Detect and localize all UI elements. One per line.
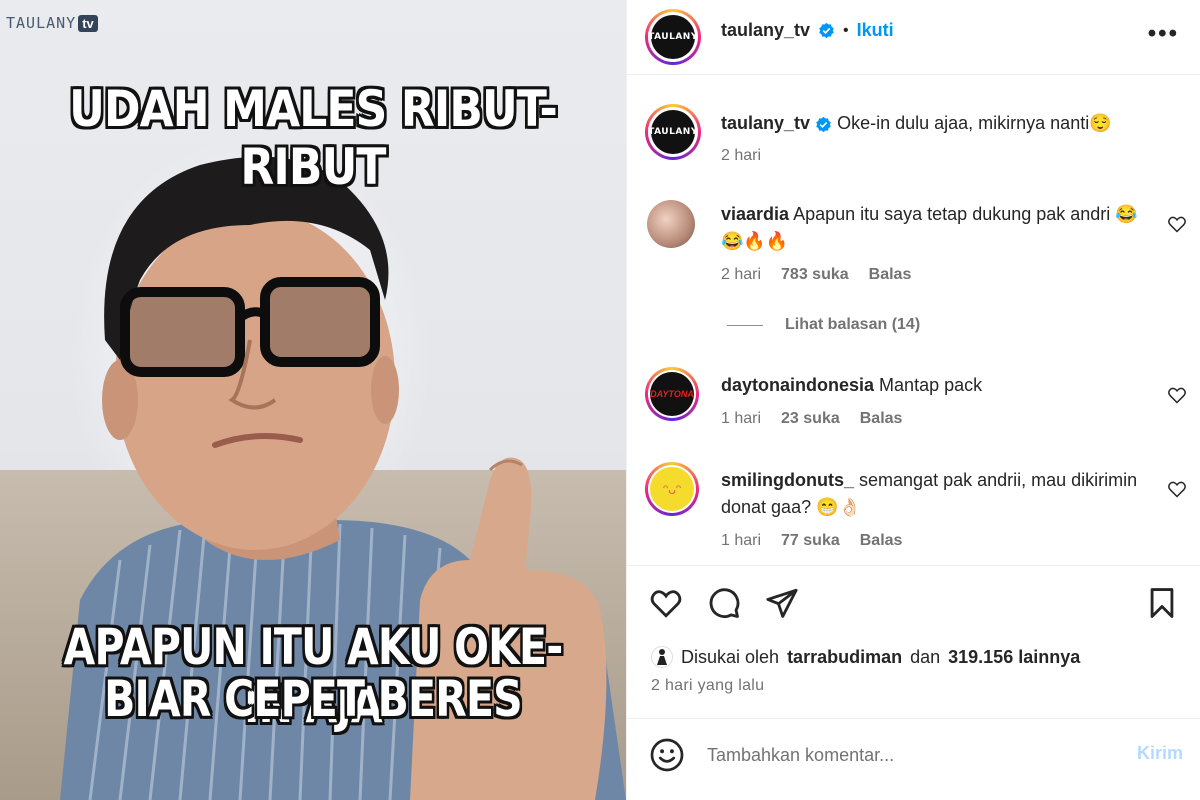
comment-time: 2 hari [721,266,762,283]
meme-bottom-caption-line2: BIAR CEPET BERES [104,670,523,728]
author-username[interactable]: taulany_tv [721,20,810,41]
comment-input[interactable] [707,741,1087,769]
view-replies-label: Lihat balasan (14) [785,316,921,333]
replies-divider [727,324,763,326]
comment-item: DAYTONA daytonaindonesia Mantap pack 1 h… [627,367,1200,440]
emoji-picker-icon[interactable] [649,737,685,773]
likes-count[interactable]: 319.156 lainnya [948,647,1080,668]
reply-button[interactable]: Balas [860,532,903,550]
save-bookmark-icon[interactable] [1145,586,1179,620]
likes-prefix: Disukai oleh [681,646,780,667]
post-image[interactable]: TAULANY tv UDAH MALES RIBUT-RIBUT APAPUN… [0,0,626,800]
comment-item: ᵔᴗᵔ smilingdonuts_ semangat pak andrii, … [627,462,1200,555]
post-caption: TAULANY taulany_tv Oke-in dulu ajaa, mik… [627,100,1200,180]
like-heart-icon[interactable] [649,586,683,620]
reply-button[interactable]: Balas [860,410,903,428]
liker-silhouette-icon [657,649,667,665]
like-comment-heart-icon[interactable] [1167,385,1187,405]
commenter-username[interactable]: viaardia [721,204,789,224]
meme-top-caption: UDAH MALES RIBUT-RIBUT [69,80,558,196]
watermark-text: TAULANY [6,14,77,32]
comment-like-count[interactable]: 783 suka [781,266,849,284]
like-comment-heart-icon[interactable] [1167,214,1187,234]
comment-like-count[interactable]: 23 suka [781,410,840,428]
verified-badge-icon [819,22,834,39]
commenter-username[interactable]: smilingdonuts_ [721,470,854,490]
comment-time: 1 hari [721,410,762,427]
comment-time: 1 hari [721,532,762,549]
comment-text: Mantap pack [879,375,983,395]
post-comment-button[interactable]: Kirim [1137,743,1183,764]
likes-summary: Disukai oleh tarrabudiman dan 319.156 la… [651,646,1080,668]
commenter-username[interactable]: daytonaindonesia [721,375,874,395]
add-comment-bar: Kirim [627,718,1200,800]
author-avatar[interactable]: TAULANY [645,9,701,65]
caption-time: 2 hari [721,147,762,164]
comment-like-count[interactable]: 77 suka [781,532,840,550]
caption-username[interactable]: taulany_tv [721,113,810,133]
verified-badge-icon [816,116,831,132]
commenter-avatar[interactable]: DAYTONA [645,367,699,421]
reply-button[interactable]: Balas [869,266,912,284]
commenter-avatar[interactable] [647,200,695,248]
view-replies-button[interactable]: Lihat balasan (14) [727,316,920,334]
header-separator: • [843,21,849,39]
watermark-badge: tv [78,14,98,32]
comment-item: viaardia Apapun itu saya tetap dukung pa… [627,200,1200,310]
liker-username[interactable]: tarrabudiman [787,647,902,668]
more-options-icon[interactable]: ••• [1148,20,1179,48]
post-actions: Disukai oleh tarrabudiman dan 319.156 la… [627,565,1200,725]
taulanytv-watermark: TAULANY tv [6,14,98,32]
like-comment-heart-icon[interactable] [1167,479,1187,499]
commenter-avatar[interactable]: ᵔᴗᵔ [645,462,699,516]
caption-text: Oke-in dulu ajaa, mikirnya nanti😌 [837,113,1112,133]
post-side-panel: TAULANY taulany_tv • Ikuti ••• TAULANY t… [626,0,1200,800]
follow-button[interactable]: Ikuti [857,20,894,41]
comment-bubble-icon[interactable] [707,586,741,620]
liker-avatar[interactable] [651,646,673,668]
likes-middle: dan [910,646,941,667]
caption-author-avatar[interactable]: TAULANY [645,104,701,160]
post-header: TAULANY taulany_tv • Ikuti ••• [627,0,1200,75]
share-send-icon[interactable] [765,586,799,620]
post-timestamp: 2 hari yang lalu [651,677,765,694]
